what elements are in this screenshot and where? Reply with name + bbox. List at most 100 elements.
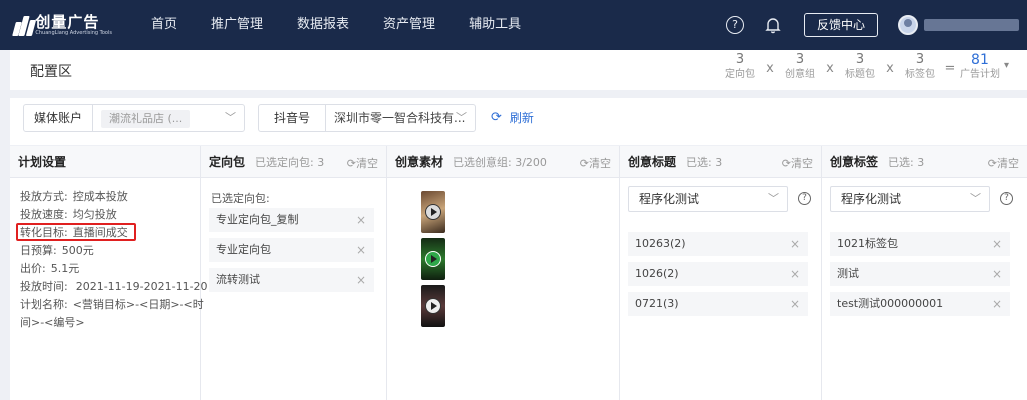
stat-label: 标题包 (844, 69, 875, 80)
stat-label: 标签包 (904, 69, 935, 80)
play-icon (425, 251, 441, 267)
list-item[interactable]: 专业定向包_复制 × (209, 208, 374, 232)
panel-subtitle: 已选创意组: 3/200 (453, 155, 547, 169)
help-icon[interactable]: ? (725, 16, 744, 34)
video-thumbnail[interactable] (421, 191, 445, 233)
douyin-account-label: 抖音号 (259, 105, 327, 131)
selected-label: 已选定向包: (211, 192, 270, 205)
media-account-select[interactable]: 媒体账户 潮流礼品店 (... ﹀ (23, 104, 245, 132)
clear-button[interactable]: ⟳清空 (347, 155, 378, 171)
highlight-box (16, 223, 136, 241)
multiply-sign: x (766, 61, 774, 76)
list-item[interactable]: 专业定向包 × (209, 238, 374, 262)
panel-title: 创意标题 (628, 155, 677, 169)
clear-button[interactable]: ⟳清空 (782, 155, 813, 171)
plan-row-name-cont: 间>-<编号> (20, 316, 85, 329)
stat-label: 创意组 (784, 69, 815, 80)
close-icon[interactable]: × (356, 268, 366, 292)
plan-row-name: 计划名称: <营销目标>-<日期>-<时 (20, 298, 204, 311)
feedback-button[interactable]: 反馈中心 (803, 13, 878, 37)
stat-directional: 3 定向包 (720, 52, 760, 82)
panel-subtitle: 已选: 3 (888, 155, 925, 169)
panel-title: 创意素材 (395, 155, 444, 169)
close-icon[interactable]: × (992, 292, 1002, 316)
bell-icon[interactable] (764, 16, 782, 34)
douyin-account-select[interactable]: 抖音号 深圳市零一智合科技有... ﹀ (258, 104, 476, 132)
title-pack-select[interactable]: 程序化测试 ﹀ (628, 186, 788, 212)
caret-down-icon[interactable]: ▾ (1004, 60, 1009, 71)
close-icon[interactable]: × (992, 262, 1002, 286)
chevron-down-icon: ﹀ (768, 192, 779, 205)
refresh-button[interactable]: ⟳ 刷新 (491, 109, 534, 126)
top-nav: 创量广告 ChuangLiang Advertising Tools 首页 推广… (0, 0, 1027, 50)
panel-title: 创意标签 (830, 155, 879, 169)
main-menu: 首页 推广管理 数据报表 资产管理 辅助工具 (134, 0, 538, 50)
panel-subtitle: 已选: 3 (686, 155, 723, 169)
creative-assets-panel: 创意素材 已选创意组: 3/200 ⟳清空 (387, 146, 620, 400)
help-icon[interactable]: ? (798, 192, 811, 205)
nav-item-reports[interactable]: 数据报表 (280, 0, 366, 50)
plan-settings-panel: 计划设置 投放方式: 控成本投放 投放速度: 均匀投放 转化目标: 直播间成交 日预算… (10, 146, 208, 400)
chevron-down-icon: ﹀ (970, 192, 981, 205)
close-icon[interactable]: × (790, 232, 800, 256)
help-icon[interactable]: ? (1000, 192, 1013, 205)
play-icon (425, 204, 441, 220)
config-header: 配置区 3 定向包 x 3 创意组 x 3 标题包 x 3 标签包 = 81 广… (10, 50, 1027, 90)
stat-label: 定向包 (724, 69, 755, 80)
nav-item-tools[interactable]: 辅助工具 (452, 0, 538, 50)
stat-num: 3 (915, 52, 925, 67)
list-item[interactable]: 测试 × (830, 262, 1010, 286)
stat-title-pack: 3 标题包 (840, 52, 880, 82)
video-thumbnail[interactable] (421, 285, 445, 327)
list-item[interactable]: test测试000000001 × (830, 292, 1010, 316)
clear-button[interactable]: ⟳清空 (580, 155, 611, 171)
stat-total-plans: 81 广告计划 (960, 52, 1000, 82)
avatar[interactable] (898, 15, 918, 35)
plan-row-budget: 日预算: 500元 (20, 244, 94, 257)
media-account-label: 媒体账户 (24, 105, 94, 131)
refresh-icon: ⟳ (491, 110, 502, 125)
list-item[interactable]: 1021标签包 × (830, 232, 1010, 256)
clear-button[interactable]: ⟳清空 (988, 155, 1019, 171)
close-icon[interactable]: × (356, 208, 366, 232)
chevron-down-icon: ﹀ (456, 111, 467, 124)
stat-num: 3 (855, 52, 865, 67)
username-redacted[interactable] (924, 19, 1019, 31)
filter-row: 媒体账户 潮流礼品店 (... ﹀ 抖音号 深圳市零一智合科技有... ﹀ ⟳ … (10, 98, 1027, 145)
nav-item-assets[interactable]: 资产管理 (366, 0, 452, 50)
nav-item-promotion[interactable]: 推广管理 (194, 0, 280, 50)
plan-row-speed: 投放速度: 均匀投放 (20, 208, 117, 221)
stat-tag-pack: 3 标签包 (900, 52, 940, 82)
nav-item-home[interactable]: 首页 (134, 0, 194, 50)
plan-row-time: 投放时间: 2021-11-19-2021-11-20 (20, 280, 208, 293)
close-icon[interactable]: × (992, 232, 1002, 256)
stat-num: 3 (795, 52, 805, 67)
equals-sign: = (944, 61, 956, 76)
creative-titles-panel: 创意标题 已选: 3 ⟳清空 程序化测试 ﹀ ? 10263(2) × 1026(… (620, 146, 822, 400)
panel-title: 计划设置 (18, 155, 67, 169)
plan-row-bid: 出价: 5.1元 (20, 262, 80, 275)
stat-num: 81 (971, 52, 989, 68)
brand-name: 创量广告 (35, 12, 100, 31)
panel-subtitle: 已选定向包: 3 (255, 155, 325, 169)
close-icon[interactable]: × (790, 262, 800, 286)
plan-row-method: 投放方式: 控成本投放 (20, 190, 128, 203)
multiply-sign: x (886, 61, 894, 76)
douyin-account-value: 深圳市零一智合科技有... (334, 111, 466, 125)
stat-num: 3 (735, 52, 745, 67)
close-icon[interactable]: × (790, 292, 800, 316)
brand-logo[interactable]: 创量广告 ChuangLiang Advertising Tools (12, 14, 112, 37)
list-item[interactable]: 0721(3) × (628, 292, 808, 316)
refresh-label: 刷新 (509, 111, 534, 125)
close-icon[interactable]: × (356, 238, 366, 262)
list-item[interactable]: 1026(2) × (628, 262, 808, 286)
list-item[interactable]: 10263(2) × (628, 232, 808, 256)
list-item[interactable]: 流转测试 × (209, 268, 374, 292)
stat-creative-group: 3 创意组 (780, 52, 820, 82)
media-account-value: 潮流礼品店 (... (101, 110, 191, 128)
chevron-down-icon: ﹀ (225, 111, 236, 124)
play-icon (425, 298, 441, 314)
video-thumbnail[interactable] (421, 238, 445, 280)
tag-pack-select[interactable]: 程序化测试 ﹀ (830, 186, 990, 212)
config-title: 配置区 (30, 64, 72, 80)
